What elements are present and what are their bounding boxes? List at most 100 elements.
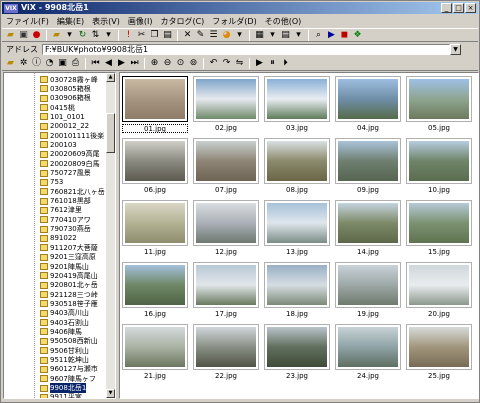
dropdown-icon[interactable]: ▾ (267, 30, 278, 41)
tree-item[interactable]: 761018黒部 (40, 197, 91, 206)
thumbnail[interactable] (335, 138, 401, 184)
thumbnail-caption[interactable]: 04.jpg (335, 124, 401, 133)
tree-item[interactable]: 20020809白馬 (40, 159, 100, 168)
thumbnail-caption[interactable]: 15.jpg (406, 248, 472, 257)
refresh-icon[interactable]: ↻ (77, 30, 88, 41)
thumbnail[interactable] (122, 200, 188, 246)
tree-item[interactable]: 891022 (40, 234, 77, 243)
zoom-out-icon[interactable]: ⊖ (162, 58, 173, 69)
thumbnail[interactable] (335, 324, 401, 370)
first-icon[interactable]: ⏮ (90, 58, 101, 69)
rename-icon[interactable]: ✎ (195, 30, 206, 41)
thumbnail[interactable] (264, 262, 330, 308)
tree-item[interactable]: 030906箱根 (40, 94, 91, 103)
stop-icon[interactable]: ● (31, 30, 42, 41)
address-input[interactable] (42, 44, 450, 55)
search-icon[interactable]: ⌕ (313, 30, 324, 41)
tree-item[interactable]: 921128三つ峠 (40, 290, 98, 299)
tree-item[interactable]: 9403高川山 (40, 309, 89, 318)
zoom-in-icon[interactable]: ⊕ (149, 58, 160, 69)
next-frame-icon[interactable]: ⏵ (280, 58, 291, 69)
prev-icon[interactable]: ◀ (103, 58, 114, 69)
thumbnail[interactable] (406, 262, 472, 308)
tree-item[interactable]: 101_0101 (40, 112, 85, 121)
menu-file[interactable]: ファイル(F) (6, 16, 49, 27)
flip-icon[interactable]: ⇋ (234, 58, 245, 69)
sort-icon[interactable]: ⇅ (90, 30, 101, 41)
tree-item[interactable]: 9607陣馬ヶフ (40, 374, 96, 383)
tree-item[interactable]: 960127与瀬市 (40, 365, 98, 374)
thumbnail[interactable] (193, 324, 259, 370)
exclamation-icon[interactable]: ! (123, 30, 134, 41)
thumbnail-caption[interactable]: 02.jpg (193, 124, 259, 133)
thumbnail-caption[interactable]: 22.jpg (193, 372, 259, 381)
tree-item[interactable]: 920801北ヶ岳 (40, 281, 98, 290)
thumbnail-caption[interactable]: 13.jpg (264, 248, 330, 257)
thumbnail-caption[interactable]: 03.jpg (264, 124, 330, 133)
tree-item[interactable]: 200012_22 (40, 122, 89, 131)
cut-icon[interactable]: ✂ (136, 30, 147, 41)
thumbnail-caption[interactable]: 24.jpg (335, 372, 401, 381)
thumbnail-caption[interactable]: 21.jpg (122, 372, 188, 381)
thumbnail[interactable] (193, 138, 259, 184)
menu-other[interactable]: その他(O) (265, 16, 302, 27)
dropdown-icon[interactable]: ▾ (64, 30, 75, 41)
thumbnail-caption[interactable]: 12.jpg (193, 248, 259, 257)
back-icon[interactable]: ◔ (44, 58, 55, 69)
thumbnail-caption[interactable]: 05.jpg (406, 124, 472, 133)
last-icon[interactable]: ⏭ (129, 58, 140, 69)
print-icon[interactable]: ⎙ (70, 58, 81, 69)
thumbnail[interactable] (335, 200, 401, 246)
play-icon[interactable]: ▶ (254, 58, 265, 69)
dropdown-icon[interactable]: ▾ (103, 30, 114, 41)
help-icon[interactable]: ❖ (352, 30, 363, 41)
pause-icon[interactable]: ⏸ (267, 58, 278, 69)
tree-item[interactable]: 9201三窪高原 (40, 253, 96, 262)
thumbnail-caption[interactable]: 16.jpg (122, 310, 188, 319)
thumbnail[interactable] (193, 262, 259, 308)
thumbnail[interactable] (122, 76, 188, 122)
zoom-fit-icon[interactable]: ⊙ (175, 58, 186, 69)
folder-view-icon[interactable]: ▰ (5, 58, 16, 69)
thumbnail-caption[interactable]: 23.jpg (264, 372, 330, 381)
menu-edit[interactable]: 編集(E) (57, 16, 84, 27)
tree-item[interactable]: 9511乾坤山 (40, 356, 89, 365)
thumbnail-caption[interactable]: 10.jpg (406, 186, 472, 195)
thumbnail-caption[interactable]: 14.jpg (335, 248, 401, 257)
slideshow-icon[interactable]: ▶ (326, 30, 337, 41)
thumbnail[interactable] (406, 200, 472, 246)
thumbnail[interactable] (335, 76, 401, 122)
color-icon[interactable]: ◕ (221, 30, 232, 41)
tree-item[interactable]: 930518笹子雁 (40, 299, 98, 308)
tree-item[interactable]: 030805箱根 (40, 84, 91, 93)
tree-item[interactable]: 950508西新山 (40, 337, 98, 346)
tree-item[interactable]: 790730燕岳 (40, 225, 91, 234)
tree-item[interactable]: 0415桃 (40, 103, 75, 112)
tree-item[interactable]: 760821北八ヶ岳 (40, 187, 105, 196)
properties-icon[interactable]: ☰ (208, 30, 219, 41)
thumbnail[interactable] (193, 200, 259, 246)
rotate-right-icon[interactable]: ↷ (221, 58, 232, 69)
save-icon[interactable]: ▣ (18, 30, 29, 41)
thumbnail-caption[interactable]: 19.jpg (335, 310, 401, 319)
dropdown-icon[interactable]: ▾ (293, 30, 304, 41)
thumbnail-caption[interactable]: 25.jpg (406, 372, 472, 381)
dropdown-icon[interactable]: ▾ (234, 30, 245, 41)
tree-toggle-icon[interactable]: ✲ (18, 58, 29, 69)
thumbnail-caption[interactable]: 07.jpg (193, 186, 259, 195)
minimize-button[interactable]: _ (441, 3, 452, 13)
menu-image[interactable]: 画像(I) (128, 16, 153, 27)
thumbnail[interactable] (406, 76, 472, 122)
thumbnail-caption[interactable]: 18.jpg (264, 310, 330, 319)
thumbnail[interactable] (193, 76, 259, 122)
tree-item[interactable]: 911207大菩薩 (40, 243, 98, 252)
thumbnail-caption[interactable]: 01.jpg (122, 124, 188, 133)
thumbnail[interactable] (264, 324, 330, 370)
thumbnail-caption[interactable]: 06.jpg (122, 186, 188, 195)
thumbnail-caption[interactable]: 09.jpg (335, 186, 401, 195)
tree-item[interactable]: 9201陣馬山 (40, 262, 89, 271)
close-button[interactable]: × (465, 3, 476, 13)
delete-icon[interactable]: ✕ (182, 30, 193, 41)
next-icon[interactable]: ▶ (116, 58, 127, 69)
thumbnail-caption[interactable]: 11.jpg (122, 248, 188, 257)
